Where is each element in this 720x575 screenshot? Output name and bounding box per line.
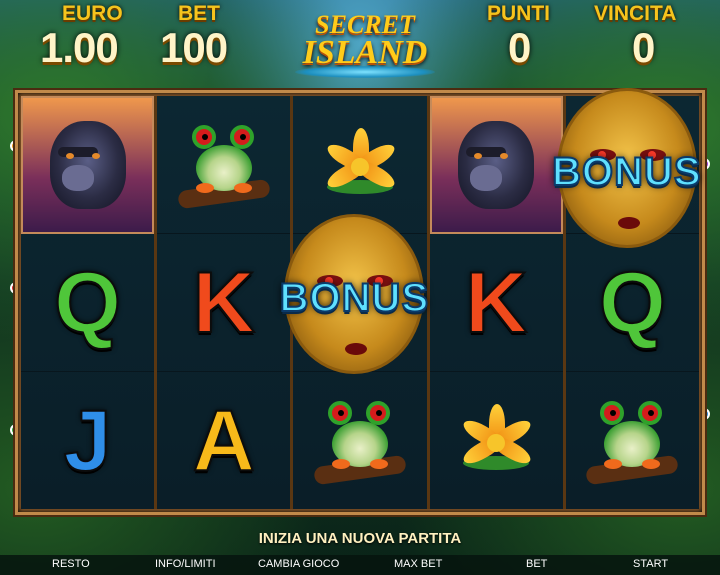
info-limiti-button[interactable]: INFO/LIMITI xyxy=(155,558,216,570)
header: EURO 1.00 BET 100 SECRET ISLAND PUNTI 0 … xyxy=(0,0,720,88)
reel-5: BONUS Q xyxy=(551,88,702,509)
letter-q-symbol: Q xyxy=(598,254,667,351)
bet-label: BET xyxy=(178,2,220,25)
euro-label: EURO xyxy=(62,2,123,25)
euro-value: 1.00 xyxy=(40,24,119,71)
max-bet-button[interactable]: MAX BET xyxy=(394,558,442,570)
bonus-mask-symbol: BONUS xyxy=(551,88,702,248)
vincita-label: VINCITA xyxy=(594,2,677,25)
letter-k-symbol: K xyxy=(464,254,528,351)
lily-flower-symbol xyxy=(451,396,541,486)
reels: Q J K A BONUS K BONUS Q xyxy=(21,88,702,509)
reel-3-row-2: BONUS xyxy=(279,214,429,374)
lily-flower-symbol xyxy=(315,120,405,210)
letter-j-symbol: J xyxy=(63,392,113,489)
gorilla-symbol xyxy=(448,115,544,215)
frog-symbol xyxy=(582,391,682,491)
reel-2-row-1 xyxy=(157,96,291,234)
bonus-mask-symbol: BONUS xyxy=(279,214,429,374)
bet-button[interactable]: BET xyxy=(526,558,547,570)
frog-symbol xyxy=(174,115,274,215)
reel-frame: Q J K A BONUS K BONUS Q xyxy=(15,88,705,515)
bonus-label: BONUS xyxy=(279,275,430,321)
reel-1-row-1 xyxy=(21,96,155,234)
punti-value: 0 xyxy=(508,24,531,71)
cambia-gioco-button[interactable]: CAMBIA GIOCO xyxy=(258,558,339,570)
letter-k-symbol: K xyxy=(192,254,256,351)
gorilla-symbol xyxy=(40,115,136,215)
reel-4: K xyxy=(429,96,563,509)
game-message: INIZIA UNA NUOVA PARTITA xyxy=(258,530,462,547)
reel-5-row-1: BONUS xyxy=(551,88,702,248)
reel-3-row-3 xyxy=(293,372,426,509)
logo-wave xyxy=(295,66,435,78)
reel-2-row-3: A xyxy=(157,372,290,509)
reel-2: K A xyxy=(157,96,291,509)
bonus-label: BONUS xyxy=(551,149,702,195)
reel-1: Q J xyxy=(21,96,155,509)
reel-1-row-3: J xyxy=(21,372,154,509)
reel-1-row-2: Q xyxy=(21,234,155,372)
reel-2-row-2: K xyxy=(157,234,291,372)
resto-button[interactable]: RESTO xyxy=(52,558,90,570)
letter-a-symbol: A xyxy=(192,392,256,489)
reel-3: BONUS xyxy=(279,96,429,509)
vincita-value: 0 xyxy=(632,24,655,71)
frog-symbol xyxy=(310,391,410,491)
reel-5-row-3 xyxy=(566,372,699,509)
control-bar: RESTO INFO/LIMITI CAMBIA GIOCO MAX BET B… xyxy=(0,555,720,575)
letter-q-symbol: Q xyxy=(53,254,122,351)
bet-value: 100 xyxy=(160,24,228,71)
reel-5-row-2: Q xyxy=(565,234,700,372)
reel-4-row-2: K xyxy=(429,234,563,372)
secret-island-logo: SECRET ISLAND xyxy=(285,4,445,80)
reel-4-row-1 xyxy=(429,96,563,234)
start-button[interactable]: START xyxy=(633,558,668,570)
reel-4-row-3 xyxy=(430,372,563,509)
punti-label: PUNTI xyxy=(487,2,550,25)
